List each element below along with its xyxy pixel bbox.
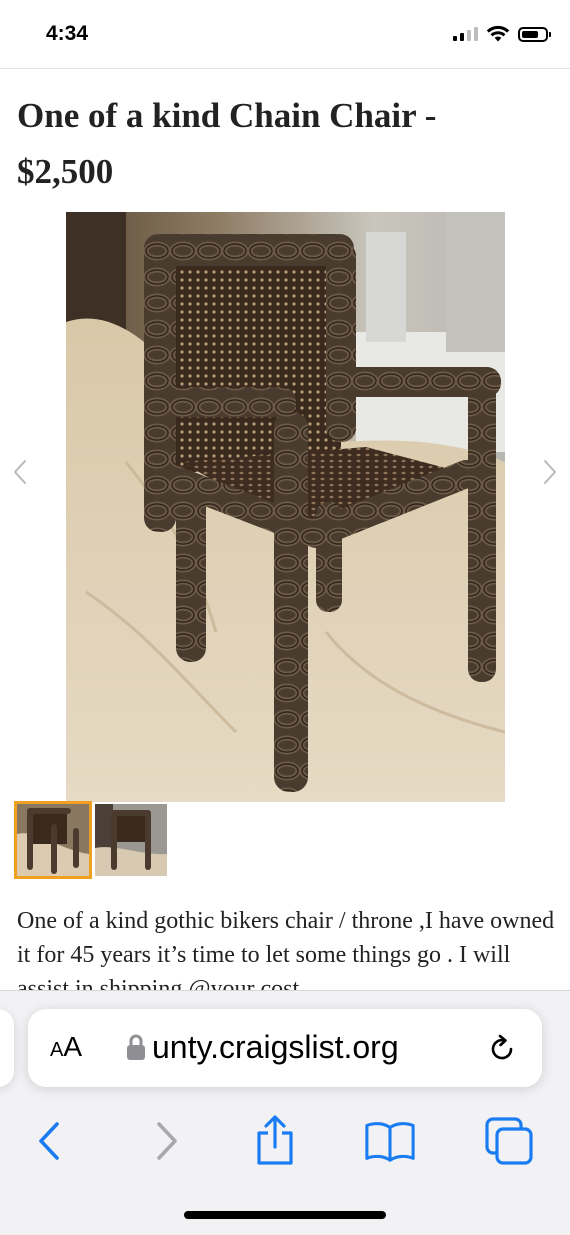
bookmarks-button[interactable] (364, 1115, 416, 1167)
gallery-prev-button[interactable] (8, 455, 32, 489)
previous-tab-edge[interactable] (0, 1009, 14, 1087)
bookmarks-icon (365, 1122, 415, 1162)
gallery-next-button[interactable] (538, 455, 562, 489)
share-icon (257, 1115, 293, 1165)
address-bar[interactable]: AA unty.craigslist.org (28, 1009, 542, 1087)
forward-button[interactable] (140, 1115, 192, 1167)
reload-button[interactable] (482, 1029, 522, 1069)
thumbnail-strip (14, 801, 168, 879)
status-icons (453, 22, 551, 46)
browser-bottom-bar: AA unty.craigslist.org (0, 990, 570, 1235)
browser-toolbar (0, 1109, 570, 1169)
tabs-button[interactable] (484, 1115, 536, 1167)
share-button[interactable] (249, 1115, 301, 1167)
chevron-left-icon (13, 459, 27, 485)
text-size-button[interactable]: AA (50, 1031, 82, 1065)
post-body: One of a kind gothic bikers chair / thro… (17, 908, 555, 1002)
tabs-icon (485, 1117, 533, 1165)
lock-icon (127, 1034, 145, 1060)
cellular-signal-icon (453, 27, 478, 41)
home-indicator[interactable] (184, 1211, 386, 1219)
image-gallery (0, 212, 570, 802)
back-icon (39, 1122, 59, 1160)
reload-icon (491, 1034, 513, 1060)
status-bar: 4:34 (0, 0, 570, 69)
battery-icon (518, 26, 551, 42)
wifi-icon (486, 25, 510, 42)
url-display[interactable]: unty.craigslist.org (126, 1027, 399, 1067)
forward-icon (157, 1122, 177, 1160)
url-text: unty.craigslist.org (152, 1028, 399, 1065)
back-button[interactable] (24, 1115, 76, 1167)
thumbnail-1[interactable] (14, 801, 92, 879)
post-title: One of a kind Chain Chair - $2,500 (17, 96, 437, 191)
chain-chair-photo[interactable] (66, 212, 505, 802)
chevron-right-icon (543, 459, 557, 485)
thumbnail-2[interactable] (94, 804, 168, 876)
status-time: 4:34 (46, 22, 89, 45)
